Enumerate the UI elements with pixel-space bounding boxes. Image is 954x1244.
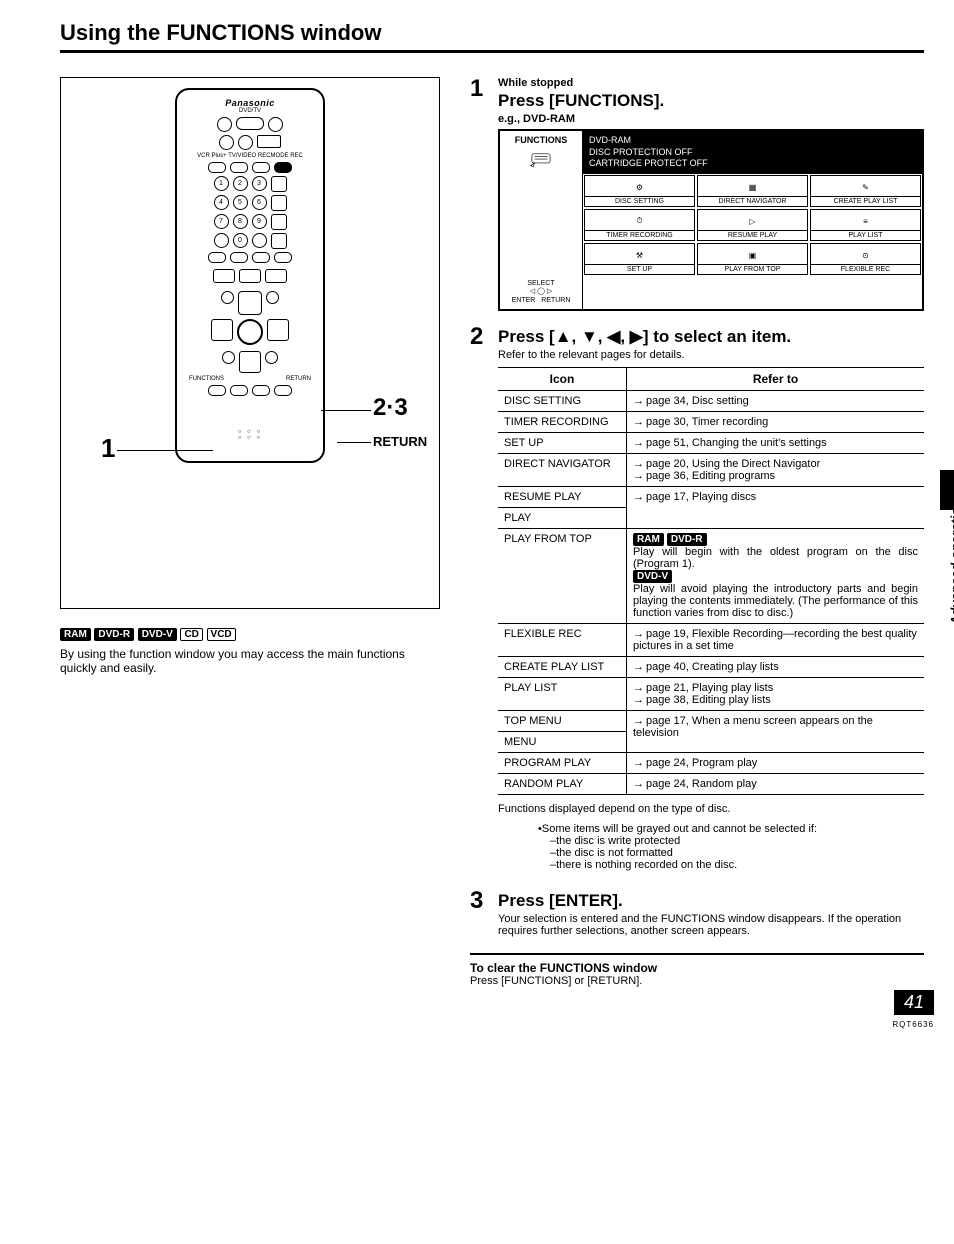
step3-press: Press [ENTER]. [498, 891, 924, 911]
page-number: 41 [894, 990, 934, 1015]
functions-cell: ⏱TIMER RECORDING [584, 209, 695, 241]
functions-cell: ⊙FLEXIBLE REC [810, 243, 921, 275]
step-2: 2 Press [▲, ▼, ◀, ▶] to select an item. … [470, 325, 924, 879]
functions-window: FUNCTIONS SELECT ◁ ◯ ▷ [498, 129, 924, 311]
table-row: DIRECT NAVIGATORpage 20, Using the Direc… [498, 454, 924, 487]
functions-cell: ⚒SET UP [584, 243, 695, 275]
step2-press: Press [▲, ▼, ◀, ▶] to select an item. [498, 327, 924, 347]
intro-text: By using the function window you may acc… [60, 647, 440, 675]
functions-cell: ≡PLAY LIST [810, 209, 921, 241]
step2-sub: Refer to the relevant pages for details. [498, 349, 924, 361]
table-row: TOP MENUpage 17, When a menu screen appe… [498, 711, 924, 732]
remote-diagram: Panasonic DVD/TV VCR Plus+ TV/VIDEO RECM… [60, 77, 440, 609]
disc-badges: RAM DVD-R DVD-V CD VCD [60, 625, 440, 641]
table-row: TIMER RECORDINGpage 30, Timer recording [498, 412, 924, 433]
callout-1: 1 [101, 433, 115, 464]
step3-body: Your selection is entered and the FUNCTI… [498, 913, 924, 937]
functions-cell: ▦DIRECT NAVIGATOR [697, 175, 808, 207]
refer-table: Icon Refer to DISC SETTINGpage 34, Disc … [498, 367, 924, 795]
table-row: PROGRAM PLAYpage 24, Program play [498, 753, 924, 774]
functions-cell: ▷RESUME PLAY [697, 209, 808, 241]
clear-body: Press [FUNCTIONS] or [RETURN]. [470, 975, 924, 987]
grayed-out-notes: Some items will be grayed out and cannot… [498, 823, 924, 871]
functions-cell: ✎CREATE PLAY LIST [810, 175, 921, 207]
table-row: FLEXIBLE RECpage 19, Flexible Recording—… [498, 624, 924, 657]
side-tab: Advanced operation [948, 500, 954, 625]
step-3: 3 Press [ENTER]. Your selection is enter… [470, 889, 924, 943]
step1-press: Press [FUNCTIONS]. [498, 91, 924, 111]
functions-window-header: DVD-RAM DISC PROTECTION OFF CARTRIDGE PR… [583, 131, 922, 174]
table-row: RANDOM PLAYpage 24, Random play [498, 774, 924, 795]
table-row: SET UPpage 51, Changing the unit's setti… [498, 433, 924, 454]
step1-eg: e.g., DVD-RAM [498, 113, 924, 125]
clear-heading: To clear the FUNCTIONS window [470, 961, 924, 975]
table-row: CREATE PLAY LISTpage 40, Creating play l… [498, 657, 924, 678]
table-row: DISC SETTINGpage 34, Disc setting [498, 391, 924, 412]
after-table-note: Functions displayed depend on the type o… [498, 803, 924, 815]
callout-23: 2·3 [373, 394, 408, 422]
table-row: RESUME PLAYpage 17, Playing discs [498, 487, 924, 508]
step1-while: While stopped [498, 77, 924, 89]
table-row: PLAY LISTpage 21, Playing play listspage… [498, 678, 924, 711]
step-1: 1 While stopped Press [FUNCTIONS]. e.g.,… [470, 77, 924, 311]
callout-return: RETURN [373, 434, 427, 449]
functions-cell: ▣PLAY FROM TOP [697, 243, 808, 275]
document-id: RQT6636 [892, 1020, 934, 1029]
functions-cell: ⚙DISC SETTING [584, 175, 695, 207]
remote-brand: Panasonic [185, 98, 315, 108]
page-title: Using the FUNCTIONS window [60, 20, 924, 53]
table-row: PLAY FROM TOPRAM DVD-RPlay will begin wi… [498, 529, 924, 624]
remote-label-dvdtv: DVD/TV [185, 108, 315, 114]
